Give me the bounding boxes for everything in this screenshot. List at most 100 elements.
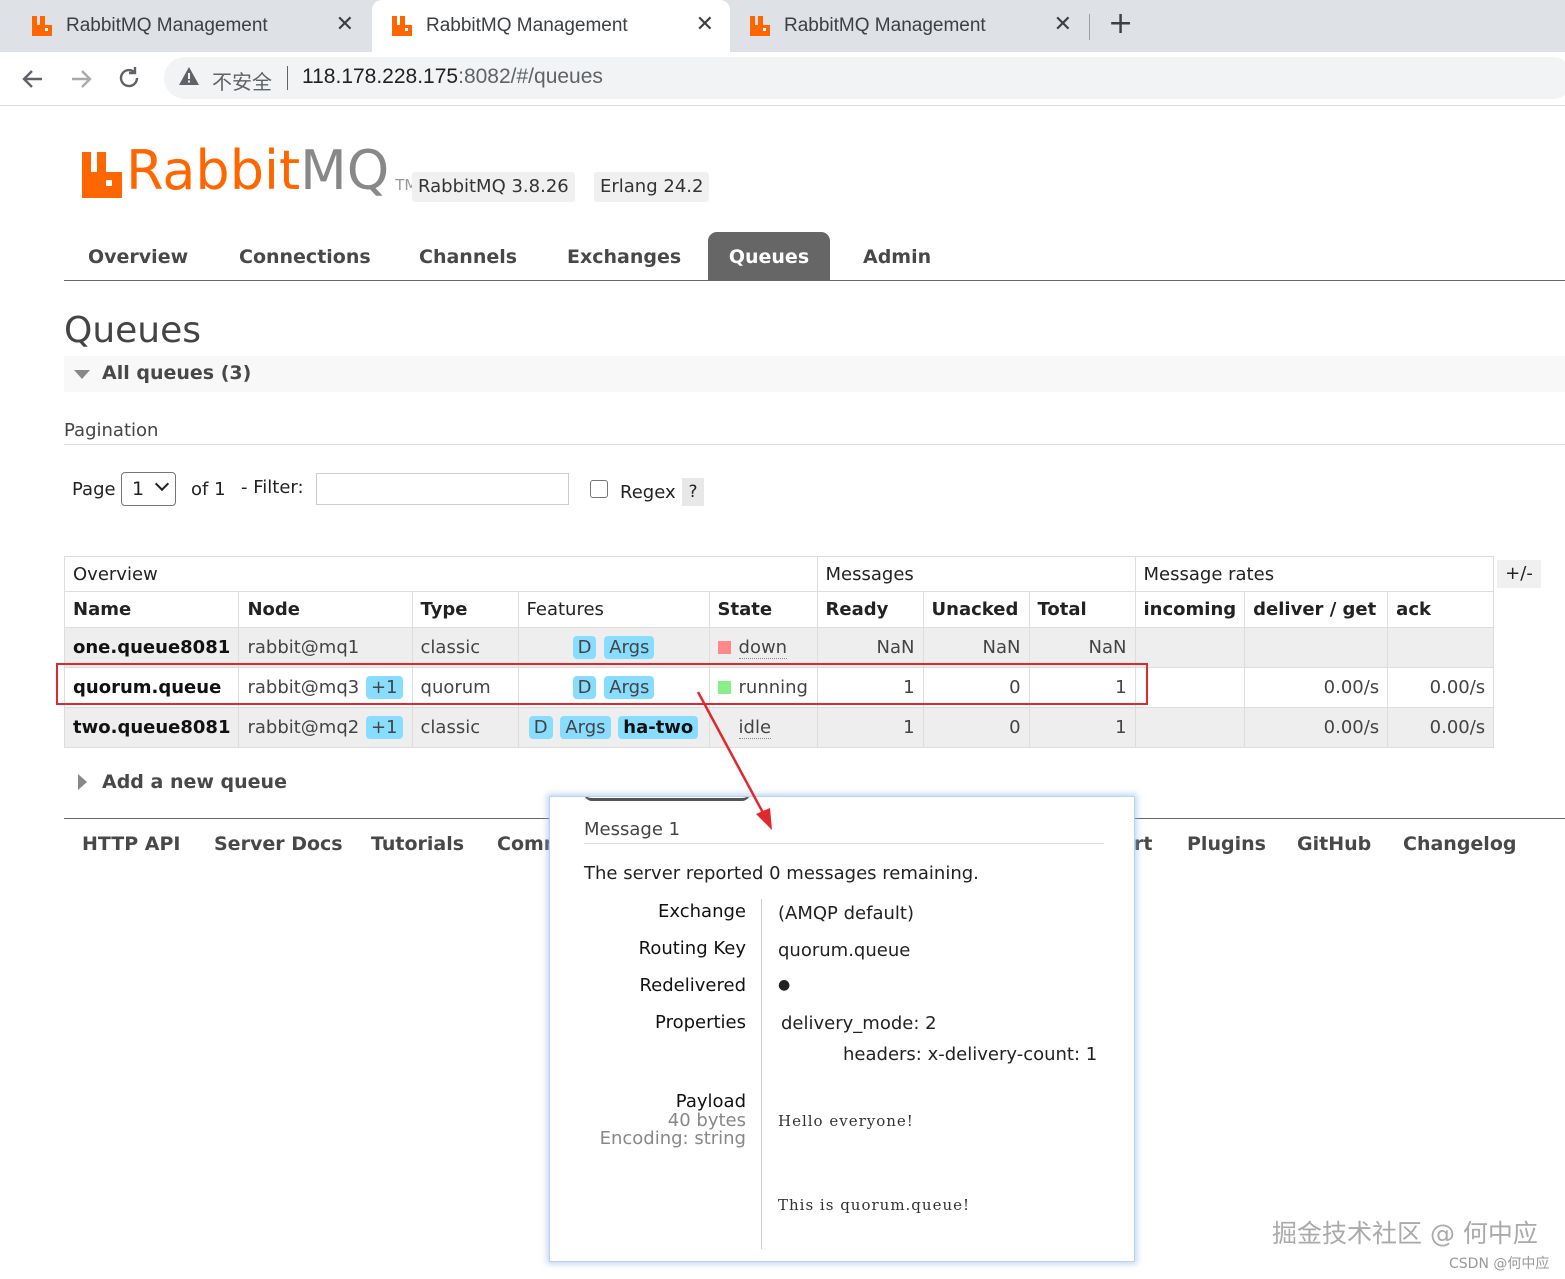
feature-durable-tag: D (528, 716, 553, 739)
server-remaining-text: The server reported 0 messages remaining… (584, 863, 979, 884)
address-bar[interactable]: 不安全 118.178.228.175:8082/#/queues (164, 57, 1565, 99)
group-messages: Messages (816, 556, 1136, 592)
tab-exchanges[interactable]: Exchanges (567, 232, 681, 280)
feature-args-tag: Args (604, 636, 655, 659)
payload-encoding: Encoding: string (599, 1128, 746, 1149)
footer-link-changelog[interactable]: Changelog (1403, 833, 1516, 855)
filter-input[interactable] (316, 473, 569, 505)
redelivered-bullet-icon: ● (778, 977, 791, 993)
col-type[interactable]: Type (411, 591, 519, 628)
node-name: rabbit@mq1 (247, 637, 360, 658)
payload-line-1: Hello everyone! (778, 1112, 914, 1130)
reload-icon[interactable] (116, 66, 142, 92)
rabbitmq-favicon-icon (750, 16, 770, 36)
column-toggle-button[interactable]: +/- (1497, 560, 1541, 588)
tab-close-icon[interactable]: ✕ (336, 12, 354, 37)
footer-link-plugins[interactable]: Plugins (1187, 833, 1266, 855)
page-select[interactable]: 1 (121, 472, 176, 506)
footer-link-http-api[interactable]: HTTP API (82, 833, 181, 855)
headers-key: headers: (843, 1044, 922, 1065)
insecure-label[interactable]: 不安全 (212, 66, 272, 95)
col-deliver-get[interactable]: deliver / get (1244, 591, 1389, 628)
policy-tag[interactable]: ha-two (618, 716, 699, 739)
help-button[interactable]: ? (682, 478, 704, 506)
unacked-count: 0 (922, 707, 1030, 748)
tab-connections[interactable]: Connections (239, 232, 371, 280)
col-node[interactable]: Node (238, 591, 413, 628)
properties-label: Properties (655, 1012, 746, 1033)
all-queues-section-header[interactable]: All queues (3) (64, 356, 1565, 392)
browser-tab-2[interactable]: RabbitMQ Management ✕ (372, 0, 730, 52)
tab-overview[interactable]: Overview (88, 232, 188, 280)
new-tab-icon[interactable]: + (1108, 6, 1133, 41)
watermark-small: CSDN @何中应 (1449, 1256, 1550, 1272)
exchange-label: Exchange (658, 901, 746, 922)
page-label: Page (72, 479, 116, 500)
footer-link-github[interactable]: GitHub (1297, 833, 1371, 855)
table-row[interactable]: one.queue8081 rabbit@mq1 classic D Args … (63, 627, 1495, 668)
col-state[interactable]: State (708, 591, 818, 628)
rabbitmq-logo-icon (82, 152, 122, 198)
payload-line-2: This is quorum.queue! (778, 1196, 971, 1214)
ack-rate (1387, 627, 1495, 668)
tab-close-icon[interactable]: ✕ (696, 12, 714, 37)
routing-key-value: quorum.queue (778, 940, 911, 961)
col-total[interactable]: Total (1028, 591, 1136, 628)
delivery-count-value: 1 (1085, 1044, 1098, 1065)
payload-label: Payload (675, 1091, 746, 1112)
ready-count: NaN (816, 627, 924, 668)
url-text[interactable]: 118.178.228.175:8082/#/queues (302, 65, 603, 89)
routing-key-label: Routing Key (638, 938, 746, 959)
omnibox-divider (287, 66, 288, 90)
footer-link-tutorials[interactable]: Tutorials (371, 833, 464, 855)
tab-admin[interactable]: Admin (863, 232, 931, 280)
tab-queues[interactable]: Queues (708, 232, 830, 280)
rabbitmq-logo[interactable]: Rabbit MQ TM (82, 144, 417, 198)
tab-channels[interactable]: Channels (419, 232, 517, 280)
page-title: Queues (64, 310, 202, 351)
version-badge: RabbitMQ 3.8.26 (412, 172, 575, 202)
col-ready[interactable]: Ready (816, 591, 924, 628)
queue-name-link[interactable]: one.queue8081 (63, 627, 240, 668)
browser-toolbar: 不安全 118.178.228.175:8082/#/queues (0, 52, 1565, 106)
total-count: NaN (1028, 627, 1136, 668)
filter-label: - Filter: (241, 477, 304, 498)
feature-durable-tag: D (572, 636, 597, 659)
headers-property: headers: x-delivery-count: 1 (843, 1044, 1097, 1065)
delivery-count-key: x-delivery-count: (927, 1044, 1081, 1065)
page-select-value: 1 (132, 478, 145, 500)
message-heading: Message 1 (584, 819, 681, 840)
pagination-heading: Pagination (64, 420, 159, 441)
highlight-annotation-box (56, 663, 1148, 705)
all-queues-label: All queues (3) (102, 362, 252, 384)
rabbitmq-favicon-icon (32, 16, 52, 36)
footer-link-support[interactable]: rt (1134, 833, 1152, 855)
total-count: 1 (1028, 707, 1136, 748)
queue-name-link[interactable]: two.queue8081 (63, 707, 240, 748)
col-name[interactable]: Name (63, 591, 240, 628)
feature-args-tag: Args (560, 716, 611, 739)
browser-tab-3[interactable]: RabbitMQ Management ✕ (730, 0, 1088, 52)
incoming-rate (1134, 667, 1246, 708)
back-arrow-icon[interactable] (20, 66, 46, 92)
browser-tab-1[interactable]: RabbitMQ Management ✕ (0, 0, 370, 52)
tab-close-icon[interactable]: ✕ (1054, 12, 1072, 37)
forward-arrow-icon[interactable] (68, 66, 94, 92)
regex-label: Regex (620, 482, 676, 503)
regex-checkbox[interactable] (590, 480, 608, 498)
url-host: 118.178.228.175 (302, 65, 459, 88)
deliver-get-rate: 0.00/s (1244, 667, 1389, 708)
col-ack[interactable]: ack (1387, 591, 1495, 628)
browser-tab-strip: RabbitMQ Management ✕ RabbitMQ Managemen… (0, 0, 1565, 52)
table-group-header: Overview Messages Message rates (64, 556, 1495, 592)
ack-rate: 0.00/s (1387, 667, 1495, 708)
browser-tab-title: RabbitMQ Management (426, 15, 628, 36)
col-incoming[interactable]: incoming (1134, 591, 1246, 628)
col-unacked[interactable]: Unacked (922, 591, 1030, 628)
redelivered-label: Redelivered (639, 975, 746, 996)
footer-link-server-docs[interactable]: Server Docs (214, 833, 343, 855)
warning-triangle-icon[interactable] (178, 65, 200, 87)
queue-node: rabbit@mq1 (238, 627, 413, 668)
queue-features: D Args ha-two (517, 707, 710, 748)
annotation-arrow-icon (696, 691, 772, 830)
